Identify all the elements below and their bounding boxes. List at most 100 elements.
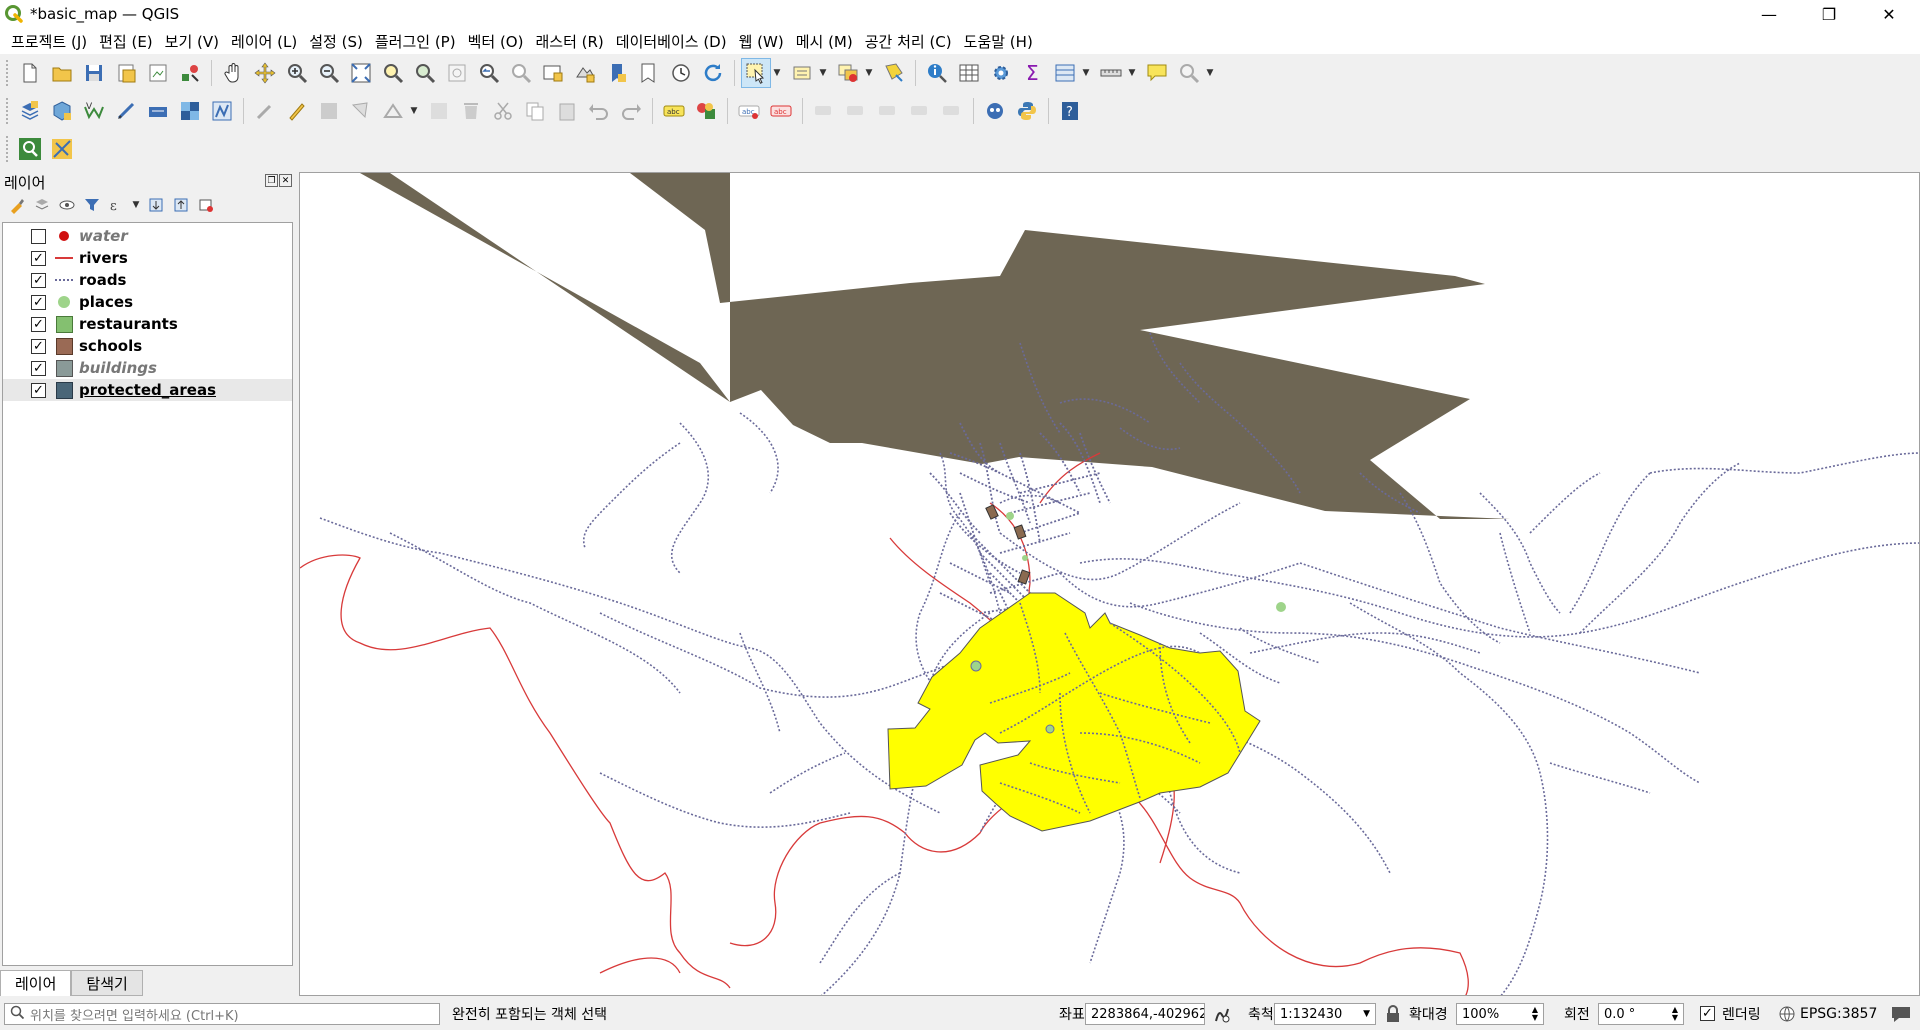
- render-checkbox[interactable]: [1700, 1006, 1715, 1021]
- quick-search-icon[interactable]: [15, 134, 45, 164]
- layer-row-schools[interactable]: schools: [3, 335, 292, 357]
- new-bookmark-icon[interactable]: [602, 58, 632, 88]
- plugin-icon[interactable]: [980, 96, 1010, 126]
- zoom-last-icon[interactable]: [474, 58, 504, 88]
- change-label-icon[interactable]: [937, 96, 967, 126]
- new-geopackage-icon[interactable]: [47, 96, 77, 126]
- temporal-controller-icon[interactable]: [666, 58, 696, 88]
- zoom-in-icon[interactable]: [282, 58, 312, 88]
- toggle-editing-icon[interactable]: [282, 96, 312, 126]
- spin-arrows-icon[interactable]: ▲ ▼: [1532, 1006, 1538, 1022]
- show-hide-labels-icon[interactable]: [841, 96, 871, 126]
- layer-row-buildings[interactable]: buildings: [3, 357, 292, 379]
- select-features-icon[interactable]: [741, 58, 771, 88]
- new-project-icon[interactable]: [15, 58, 45, 88]
- layer-row-restaurants[interactable]: restaurants: [3, 313, 292, 335]
- select-features-dropdown[interactable]: ▼: [772, 58, 782, 88]
- close-panel-button[interactable]: ✕: [279, 174, 292, 187]
- menu-edit[interactable]: 편집 (E): [94, 31, 160, 52]
- new-map-view-icon[interactable]: [538, 58, 568, 88]
- layer-checkbox[interactable]: [31, 338, 46, 354]
- menu-help[interactable]: 도움말 (H): [959, 31, 1040, 52]
- locate-dropdown[interactable]: ▼: [1205, 58, 1215, 88]
- collapse-all-icon[interactable]: [170, 195, 192, 215]
- move-label-icon[interactable]: [873, 96, 903, 126]
- menu-database[interactable]: 데이터베이스 (D): [611, 31, 734, 52]
- remove-layer-icon[interactable]: [195, 195, 217, 215]
- map-tips-icon[interactable]: [1142, 58, 1172, 88]
- undo-icon[interactable]: [584, 96, 614, 126]
- menu-settings[interactable]: 설정 (S): [304, 31, 370, 52]
- layer-row-rivers[interactable]: rivers: [3, 247, 292, 269]
- add-group-icon[interactable]: [31, 195, 53, 215]
- zoom-next-icon[interactable]: [506, 58, 536, 88]
- new-shapefile-icon[interactable]: V: [79, 96, 109, 126]
- print-layout-icon[interactable]: [143, 58, 173, 88]
- place-marker[interactable]: [970, 660, 982, 672]
- pan-icon[interactable]: [218, 58, 248, 88]
- new-virtual-layer-icon[interactable]: [143, 96, 173, 126]
- messages-icon[interactable]: [1890, 1004, 1912, 1028]
- crs-globe-icon[interactable]: [1778, 1005, 1796, 1027]
- open-table-icon[interactable]: [1050, 58, 1080, 88]
- filter-legend-icon[interactable]: [81, 195, 103, 215]
- open-project-icon[interactable]: [47, 58, 77, 88]
- place-marker[interactable]: [1022, 555, 1028, 561]
- vertex-tool-dropdown[interactable]: ▼: [409, 96, 419, 126]
- menu-raster[interactable]: 래스터 (R): [530, 31, 610, 52]
- menu-layer[interactable]: 레이어 (L): [226, 31, 304, 52]
- spin-arrows-icon[interactable]: ▲ ▼: [1672, 1006, 1678, 1022]
- label-remove-icon[interactable]: abc: [766, 96, 796, 126]
- layer-row-roads[interactable]: roads: [3, 269, 292, 291]
- menu-web[interactable]: 웹 (W): [734, 31, 791, 52]
- crs-label[interactable]: EPSG:3857: [1800, 1006, 1877, 1022]
- rotate-label-icon[interactable]: [905, 96, 935, 126]
- minimize-button[interactable]: —: [1740, 0, 1798, 28]
- locate-icon[interactable]: [1174, 58, 1204, 88]
- tab-browser[interactable]: 탐색기: [71, 970, 143, 996]
- layer-row-protected-areas[interactable]: protected_areas: [3, 379, 292, 401]
- pin-labels-icon[interactable]: [809, 96, 839, 126]
- show-bookmarks-icon[interactable]: [634, 58, 664, 88]
- magnifier-spinbox[interactable]: 100% ▲ ▼: [1456, 1003, 1544, 1025]
- menu-project[interactable]: 프로젝트 (J): [6, 31, 94, 52]
- place-marker[interactable]: [1006, 512, 1014, 520]
- measure-dropdown[interactable]: ▼: [1127, 58, 1137, 88]
- toolbar-grip[interactable]: [6, 136, 10, 162]
- deselect-dropdown[interactable]: ▼: [864, 58, 874, 88]
- menu-plugins[interactable]: 플러그인 (P): [370, 31, 463, 52]
- digitize-icon[interactable]: [111, 96, 141, 126]
- save-as-icon[interactable]: [111, 58, 141, 88]
- school-marker[interactable]: [1013, 524, 1027, 540]
- map-rendering[interactable]: [300, 173, 1920, 996]
- select-location-icon[interactable]: [879, 58, 909, 88]
- add-feature-icon[interactable]: [346, 96, 376, 126]
- measure-icon[interactable]: [1096, 58, 1126, 88]
- new-3d-view-icon[interactable]: [570, 58, 600, 88]
- paste-icon[interactable]: [552, 96, 582, 126]
- place-marker[interactable]: [1045, 724, 1055, 734]
- copy-icon[interactable]: [520, 96, 550, 126]
- place-marker[interactable]: [1276, 602, 1286, 612]
- modify-attributes-icon[interactable]: [424, 96, 454, 126]
- zoom-out-icon[interactable]: [314, 58, 344, 88]
- deselect-icon[interactable]: [833, 58, 863, 88]
- layer-checkbox[interactable]: [31, 382, 46, 398]
- menu-view[interactable]: 보기 (V): [160, 31, 226, 52]
- open-layer-styling-icon[interactable]: [6, 195, 28, 215]
- float-panel-button[interactable]: ❐: [265, 174, 278, 187]
- layer-row-water[interactable]: water: [3, 225, 292, 247]
- toolbar-grip[interactable]: [6, 60, 10, 86]
- save-edits-icon[interactable]: [314, 96, 344, 126]
- layer-checkbox[interactable]: [31, 294, 46, 310]
- layer-checkbox[interactable]: [31, 250, 46, 266]
- close-button[interactable]: ✕: [1860, 0, 1918, 28]
- identify-icon[interactable]: [922, 58, 952, 88]
- scale-combobox[interactable]: 1:132430 ▼: [1274, 1003, 1376, 1025]
- coordinate-field[interactable]: 2283864,-4029625: [1085, 1003, 1205, 1025]
- help-icon[interactable]: ?: [1055, 96, 1085, 126]
- pan-to-selection-icon[interactable]: [250, 58, 280, 88]
- statistics-icon[interactable]: Σ: [1018, 58, 1048, 88]
- restore-button[interactable]: ❐: [1800, 0, 1858, 28]
- current-edits-icon[interactable]: [250, 96, 280, 126]
